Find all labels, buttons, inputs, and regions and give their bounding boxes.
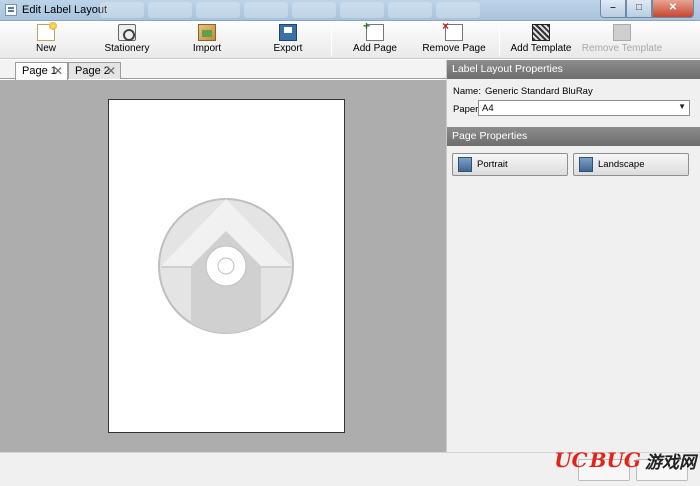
label-canvas[interactable]: [0, 80, 446, 452]
add-template-button-label: Add Template: [510, 43, 572, 54]
properties-panel: Label Layout Properties Name: Generic Sta…: [446, 60, 700, 452]
paper-label: Paper:: [453, 104, 481, 115]
stationery-button-label: Stationery: [104, 43, 150, 54]
tab-page-1-label: Page 1: [22, 65, 57, 77]
disc-hole: [217, 257, 235, 275]
maximize-button[interactable]: □: [626, 0, 652, 18]
toolbar-separator: [499, 25, 500, 56]
close-icon: ✕: [668, 2, 678, 13]
add-template-button[interactable]: Add Template: [506, 24, 576, 57]
landscape-button[interactable]: Landscape: [573, 153, 689, 176]
import-button[interactable]: Import: [184, 24, 230, 57]
export-button[interactable]: Export: [266, 24, 310, 57]
portrait-button-label: Portrait: [477, 159, 508, 170]
remove-template-button-label: Remove Template: [581, 43, 663, 54]
page-tab-bar: Page 1 ✕ Page 2 ✕: [0, 60, 446, 80]
new-button[interactable]: New: [26, 22, 66, 57]
chevron-down-icon: ▼: [678, 102, 686, 111]
export-button-label: Export: [273, 43, 303, 54]
add-page-button[interactable]: Add Page: [348, 19, 402, 57]
page-properties-header: Page Properties: [447, 127, 700, 146]
page-preview[interactable]: [108, 99, 345, 433]
name-value: Generic Standard BluRay: [484, 86, 593, 97]
window-title: Edit Label Layout: [22, 4, 108, 16]
layout-name-row: Name: Generic Standard BluRay: [453, 86, 593, 97]
camera-icon: [118, 24, 136, 41]
tab-page-1[interactable]: Page 1 ✕: [15, 62, 68, 80]
tab-page-2-label: Page 2: [75, 65, 110, 77]
watermark-text-b: BUG: [589, 448, 641, 472]
window-title-bar: Edit Label Layout – □ ✕: [0, 0, 700, 21]
background-taskbar: [100, 2, 480, 18]
watermark-text-a: UC: [554, 448, 588, 472]
site-watermark-logo: UC BUG 游戏网: [554, 445, 696, 475]
landscape-button-label: Landscape: [598, 159, 645, 170]
landscape-icon: [579, 157, 593, 172]
new-document-icon: [37, 22, 57, 41]
tab-page-2[interactable]: Page 2 ✕: [68, 62, 121, 79]
stationery-button[interactable]: Stationery: [98, 24, 156, 57]
window-controls: – □ ✕: [600, 0, 694, 18]
watermark-text-c: 游戏网: [645, 452, 696, 473]
close-tab-icon[interactable]: ✕: [106, 64, 116, 78]
toolbar: New Stationery Import Export Add Page Re…: [0, 19, 700, 59]
close-tab-icon[interactable]: ✕: [53, 64, 63, 78]
add-page-icon: [363, 19, 384, 41]
remove-page-icon: [442, 19, 463, 41]
remove-template-icon: [613, 24, 631, 41]
name-label: Name:: [453, 86, 481, 97]
add-page-button-label: Add Page: [353, 43, 397, 54]
maximize-icon: □: [635, 2, 643, 13]
label-layout-properties-header: Label Layout Properties: [447, 60, 700, 79]
import-button-label: Import: [192, 43, 222, 54]
import-image-icon: [198, 24, 216, 41]
remove-page-button[interactable]: Remove Page: [420, 19, 488, 57]
toolbar-separator: [331, 25, 332, 56]
add-template-icon: [532, 24, 550, 41]
remove-page-button-label: Remove Page: [422, 43, 486, 54]
paper-select-value: A4: [482, 103, 494, 114]
disc-label-graphic[interactable]: [109, 100, 344, 432]
new-button-label: New: [35, 43, 56, 54]
app-icon: [5, 4, 17, 16]
minimize-button[interactable]: –: [600, 0, 626, 18]
remove-template-button[interactable]: Remove Template: [580, 24, 664, 57]
minimize-icon: –: [610, 2, 616, 13]
floppy-disk-icon: [279, 24, 297, 41]
paper-select[interactable]: A4 ▼: [478, 100, 690, 116]
portrait-icon: [458, 157, 472, 172]
portrait-button[interactable]: Portrait: [452, 153, 568, 176]
close-window-button[interactable]: ✕: [652, 0, 694, 18]
